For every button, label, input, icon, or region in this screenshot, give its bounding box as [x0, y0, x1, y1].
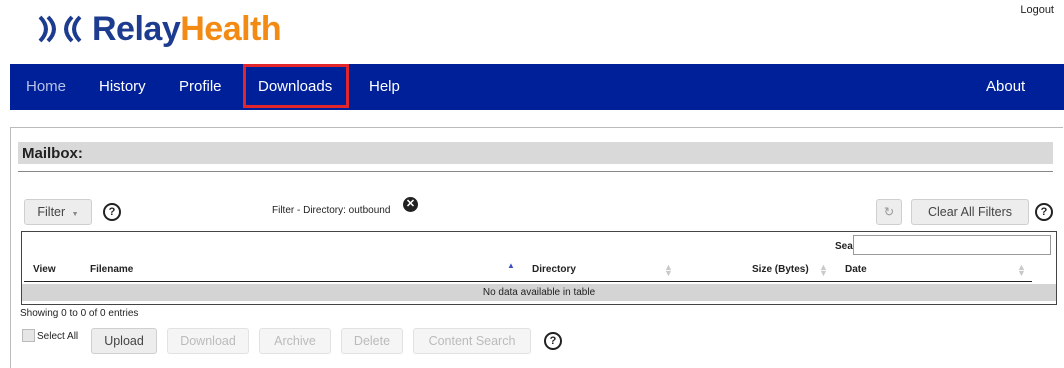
logo-text-relay: Relay [92, 10, 181, 48]
mailbox-title: Mailbox: [22, 145, 83, 162]
sort-ascending-icon: ▲ [507, 261, 515, 270]
nav-home[interactable]: Home [26, 64, 66, 110]
column-header-size[interactable]: Size (Bytes) [752, 264, 809, 275]
sort-both-icon: ▲ ▼ [664, 262, 673, 278]
downloads-highlight-box [243, 64, 349, 108]
table-header-divider [24, 281, 1032, 282]
actions-help-icon[interactable]: ? [544, 332, 562, 350]
delete-button[interactable]: Delete [341, 328, 403, 354]
column-header-view[interactable]: View [33, 264, 56, 275]
relayhealth-logo: RelayHealth [34, 8, 282, 50]
filter-dropdown-button[interactable]: Filter ▼ [24, 199, 92, 225]
refresh-icon: ↻ [883, 205, 895, 219]
filter-help-icon[interactable]: ? [103, 203, 121, 221]
logo-waves-icon [38, 15, 82, 43]
remove-filter-icon[interactable]: ✕ [403, 197, 418, 212]
upload-button[interactable]: Upload [91, 328, 157, 354]
nav-profile[interactable]: Profile [179, 64, 222, 110]
logout-link[interactable]: Logout [1020, 4, 1054, 16]
refresh-button[interactable]: ↻ [876, 199, 902, 225]
content-search-button[interactable]: Content Search [413, 328, 531, 354]
download-button[interactable]: Download [167, 328, 249, 354]
main-navbar: Home History Profile Downloads Help Abou… [10, 64, 1064, 110]
column-header-directory[interactable]: Directory [532, 264, 576, 275]
select-all-checkbox[interactable] [22, 329, 35, 342]
archive-button[interactable]: Archive [259, 328, 331, 354]
clear-all-filters-button[interactable]: Clear All Filters [911, 199, 1029, 225]
nav-about[interactable]: About [986, 64, 1025, 110]
mailbox-title-bar [18, 142, 1053, 164]
column-header-filename[interactable]: Filename [90, 264, 133, 275]
nav-history[interactable]: History [99, 64, 146, 110]
sort-both-icon: ▲ ▼ [819, 262, 828, 278]
column-header-date[interactable]: Date [845, 264, 867, 275]
sort-both-icon: ▲ ▼ [1017, 262, 1026, 278]
table-info: Showing 0 to 0 of 0 entries [20, 308, 139, 319]
mailbox-divider [18, 171, 1053, 172]
clear-filters-help-icon[interactable]: ? [1035, 203, 1053, 221]
active-filter-label: Filter - Directory: outbound [272, 205, 391, 216]
filter-label: Filter [37, 205, 66, 219]
chevron-down-icon: ▼ [71, 211, 79, 218]
logo-text-health: Health [180, 10, 282, 48]
select-all-label: Select All [37, 331, 79, 342]
table-search-input[interactable] [853, 235, 1051, 255]
empty-table-row: No data available in table [22, 284, 1056, 301]
nav-help[interactable]: Help [369, 64, 400, 110]
